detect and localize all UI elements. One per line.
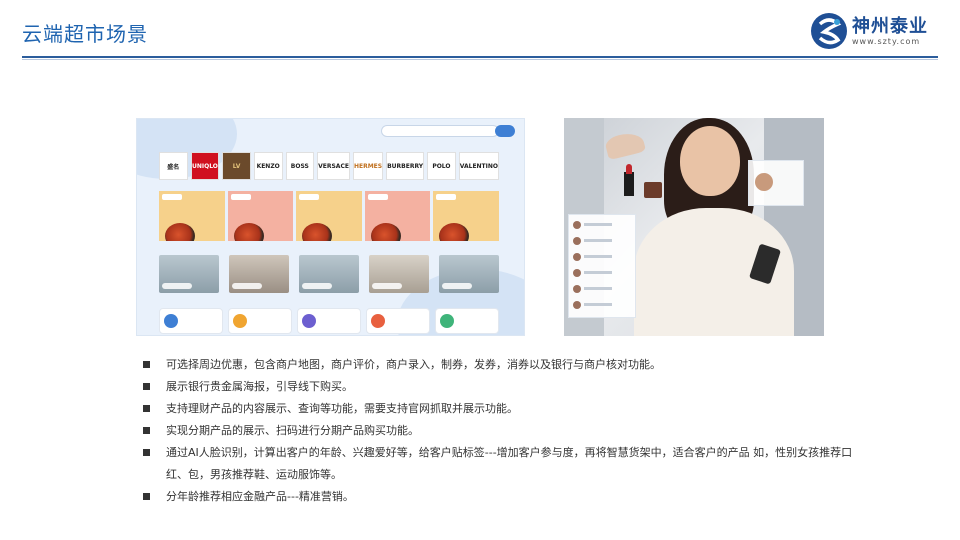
transport-card xyxy=(366,308,430,334)
face-profile-card xyxy=(748,160,804,206)
page-title: 云端超市场景 xyxy=(22,22,148,46)
list-item xyxy=(573,221,633,229)
list-item xyxy=(573,269,633,277)
car-icon xyxy=(371,314,385,328)
header-rule-thin xyxy=(22,59,938,60)
bullet-square-icon xyxy=(143,361,150,368)
transport-card xyxy=(159,308,223,334)
dish-image xyxy=(233,223,264,241)
shoe-product xyxy=(603,129,647,161)
brand-tile: POLO xyxy=(427,152,456,180)
mall-app-screenshot: 盛名 UNIQLO LV KENZO BOSS VERSACE HERMES B… xyxy=(136,118,525,336)
brand-tile: BOSS xyxy=(285,152,315,180)
brand-tile: VALENTINO xyxy=(458,152,500,180)
list-item: 通过AI人脸识别，计算出客户的年龄、兴趣爱好等，给客户贴标签---增加客户参与度… xyxy=(142,442,862,486)
taxi-icon xyxy=(233,314,247,328)
property-card-row xyxy=(159,255,499,293)
promo-card xyxy=(227,191,294,241)
promo-card xyxy=(433,191,499,241)
dish-image xyxy=(302,223,333,241)
lipstick-product xyxy=(624,164,634,196)
transport-card xyxy=(435,308,499,334)
bullet-text: 支持理财产品的内容展示、查询等功能，需要支持官网抓取并展示功能。 xyxy=(166,402,518,415)
list-item: 实现分期产品的展示、扫码进行分期产品购买功能。 xyxy=(142,420,862,442)
promo-card xyxy=(296,191,362,241)
bullet-text: 分年龄推荐相应金融产品---精准营销。 xyxy=(166,490,354,503)
bus-icon xyxy=(302,314,316,328)
app-search-button xyxy=(495,125,515,137)
avatar xyxy=(755,173,773,191)
list-item xyxy=(573,253,633,261)
list-item: 分年龄推荐相应金融产品---精准营销。 xyxy=(142,486,862,508)
header-rule xyxy=(22,56,938,58)
ai-recognition-photo xyxy=(564,118,824,336)
property-card xyxy=(369,255,429,293)
logo-mark-icon xyxy=(811,13,847,49)
brand-logo-row: 盛名 UNIQLO LV KENZO BOSS VERSACE HERMES B… xyxy=(159,152,500,180)
bullet-square-icon xyxy=(143,383,150,390)
feature-list: 可选择周边优惠，包含商户地图，商户评价，商户录入，制券，发券，消券以及银行与商户… xyxy=(142,354,862,508)
list-item xyxy=(573,301,633,309)
transport-row xyxy=(159,308,499,334)
brand-tile: KENZO xyxy=(253,152,283,180)
bullet-square-icon xyxy=(143,449,150,456)
list-item: 可选择周边优惠，包含商户地图，商户评价，商户录入，制券，发券，消券以及银行与商户… xyxy=(142,354,862,376)
property-card xyxy=(159,255,219,293)
logo-url: www.szty.com xyxy=(852,37,921,46)
brand-tile: HERMES xyxy=(352,152,384,180)
dish-image xyxy=(165,223,195,241)
person-face xyxy=(680,126,740,196)
dish-image xyxy=(439,223,470,241)
list-item: 支持理财产品的内容展示、查询等功能，需要支持官网抓取并展示功能。 xyxy=(142,398,862,420)
bullet-square-icon xyxy=(143,493,150,500)
brand-tile: UNIQLO xyxy=(190,152,220,180)
food-promo-row xyxy=(159,191,499,241)
logo-text: 神州泰业 xyxy=(852,16,928,37)
property-card xyxy=(299,255,359,293)
list-item xyxy=(573,285,633,293)
bullet-text: 可选择周边优惠，包含商户地图，商户评价，商户录入，制券，发券，消券以及银行与商户… xyxy=(166,358,661,371)
list-item xyxy=(573,237,633,245)
plane-icon xyxy=(440,314,454,328)
bullet-text: 实现分期产品的展示、扫码进行分期产品购买功能。 xyxy=(166,424,419,437)
property-card xyxy=(439,255,499,293)
property-card xyxy=(229,255,289,293)
bullet-text: 展示银行贵金属海报，引导线下购买。 xyxy=(166,380,353,393)
list-item: 展示银行贵金属海报，引导线下购买。 xyxy=(142,376,862,398)
brand-tile: LV xyxy=(222,152,251,180)
brand-tile: VERSACE xyxy=(317,152,350,180)
dish-image xyxy=(370,223,401,241)
customer-list-panel xyxy=(568,214,636,318)
bag-product xyxy=(644,182,662,198)
transport-card xyxy=(297,308,361,334)
transport-card xyxy=(228,308,292,334)
brand-tile: BURBERRY xyxy=(386,152,425,180)
subway-icon xyxy=(164,314,178,328)
promo-card xyxy=(159,191,225,241)
brand-tile: 盛名 xyxy=(159,152,188,180)
bullet-square-icon xyxy=(143,405,150,412)
company-logo: 神州泰业 www.szty.com xyxy=(810,12,938,50)
bullet-text: 通过AI人脸识别，计算出客户的年龄、兴趣爱好等，给客户贴标签---增加客户参与度… xyxy=(166,446,853,481)
promo-card xyxy=(364,191,431,241)
app-search-box xyxy=(381,125,499,137)
bullet-square-icon xyxy=(143,427,150,434)
